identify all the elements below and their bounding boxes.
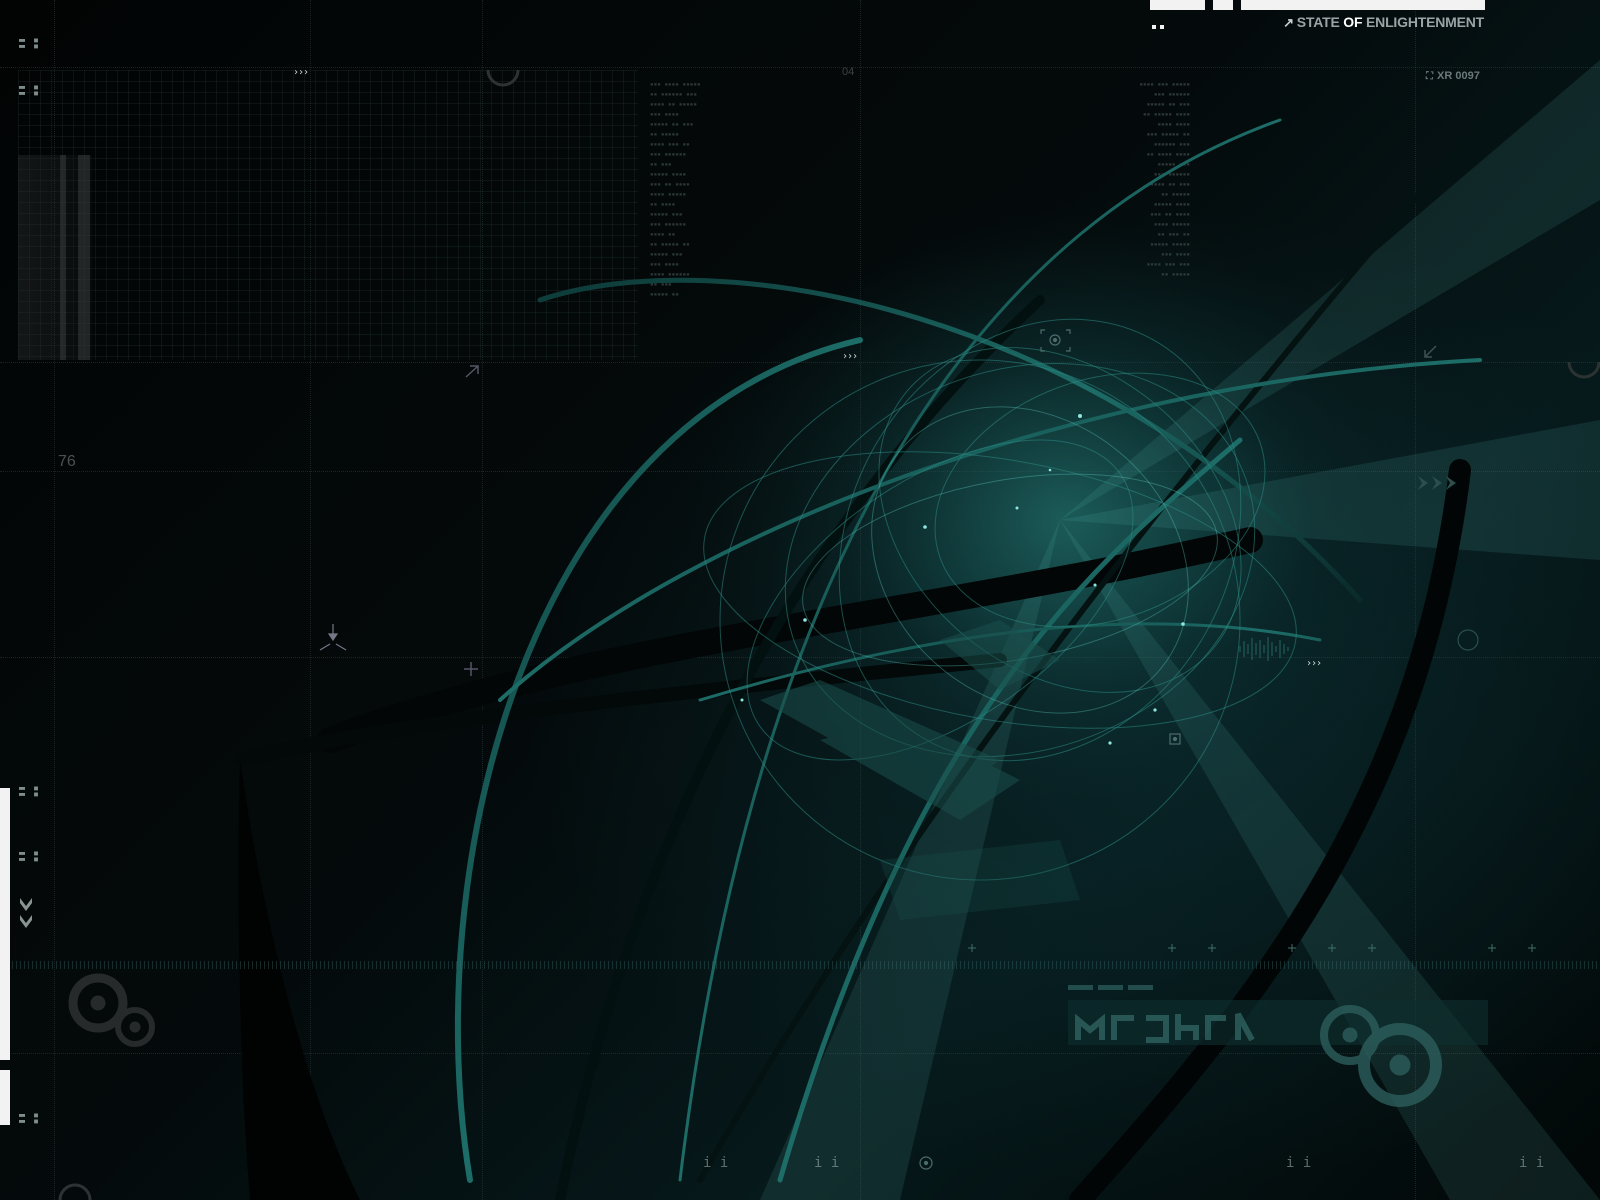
dash-marker: ▬ ▪ ▬ ▪ [19,783,41,800]
chevron-marker: ››› [842,351,858,362]
white-dot [1152,25,1156,29]
abstract-ribbon-art [0,0,1600,1200]
brand-wordmark: ↗ STATE OF ENLIGHTENMENT [1283,14,1484,31]
left-white-bar [0,1070,10,1125]
diagonal-arrow-icon: ↗ [1283,15,1294,30]
corner-bracket-icon: ⛶ [1426,71,1433,82]
code-label: ⛶ XR 0097 [1426,70,1480,82]
top-white-bar [1213,0,1233,10]
top-white-bar [1150,0,1205,10]
top-white-bar [1241,0,1485,10]
chevron-marker: ››› [1306,658,1322,669]
brand-enlightenment: ENLIGHTENMENT [1362,14,1484,30]
dash-marker: ▬ ▪ ▬ ▪ [19,82,41,99]
ii-marker: i i [703,1155,729,1171]
dash-marker: ▬ ▪ ▬ ▪ [19,1110,41,1127]
brand-of: OF [1343,14,1363,30]
brand-state: STATE [1296,14,1344,30]
code-text: XR 0097 [1437,70,1480,82]
white-dot [1160,25,1164,29]
left-white-bar [0,788,10,1060]
dash-marker: ▬ ▪ ▬ ▪ [19,35,41,52]
dash-marker: ▬ ▪ ▬ ▪ [19,848,41,865]
ii-marker: i i [1519,1155,1545,1171]
wallpaper-canvas: ▪▪▪ ▪▪▪▪ ▪▪▪▪▪▪▪ ▪▪▪▪▪▪ ▪▪▪▪▪▪▪ ▪▪ ▪▪▪▪▪… [0,0,1600,1200]
chevron-marker: ››› [293,67,309,78]
scan-strip [0,961,1600,969]
number-top: 04 [842,66,855,78]
ii-marker: i i [814,1155,840,1171]
number-left: 76 [58,453,76,470]
ii-marker: i i [1286,1155,1312,1171]
